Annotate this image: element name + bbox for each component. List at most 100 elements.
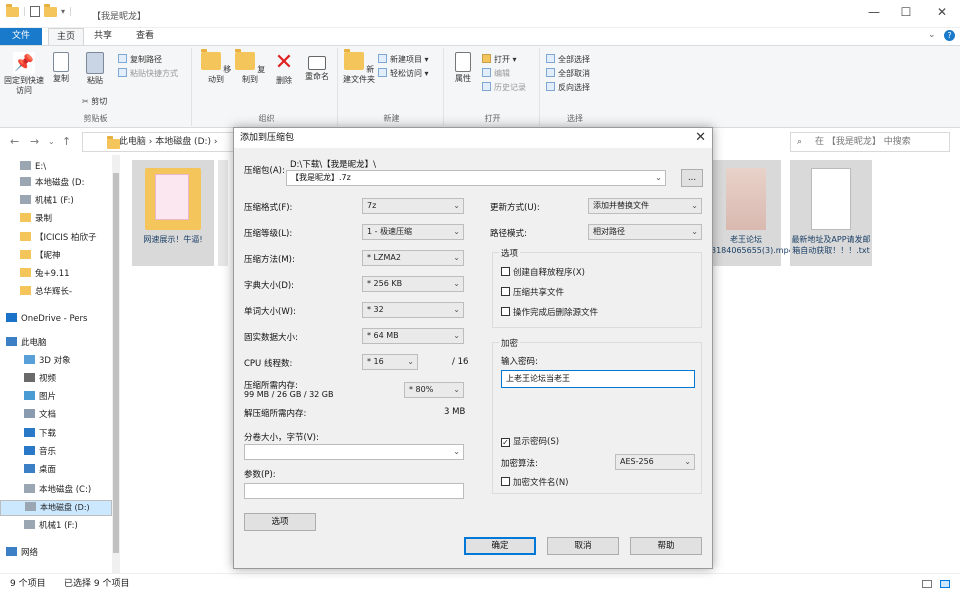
show-password-checkbox[interactable]: ✓ 显示密码(S) [501,437,559,448]
password-input[interactable]: 上老王论坛当老王 [501,370,695,388]
nav-item[interactable]: 本地磁盘 (D: [20,175,84,191]
nav-item[interactable]: 视频 [24,371,56,387]
copy-button[interactable]: 复制 [46,52,76,84]
nav-item[interactable]: 录制 [20,211,52,227]
nav-item[interactable]: 此电脑 [6,335,47,351]
nav-item[interactable]: 音乐 [24,444,56,460]
new-folder-button[interactable]: 新建文件夹 [342,49,376,85]
tab-file[interactable]: 文件 [0,28,42,45]
edit-button[interactable]: 编辑 [482,68,510,80]
options-button[interactable]: 选项 [244,513,316,531]
recent-chevron-icon[interactable]: ⌄ [48,137,55,146]
file-item[interactable]: 网速展示！牛逼! [132,160,214,266]
ribbon-expand-icon[interactable]: ⌄ [928,30,936,40]
word-select[interactable]: * 32 ⌄ [362,302,464,318]
details-view-icon[interactable] [922,580,932,588]
nav-item-label: 网络 [21,548,39,558]
dialog-close-icon[interactable]: ✕ [695,130,706,145]
ribbon: 📌 固定到快速访问 复制 粘贴 ✂ 剪切 复制路径 粘贴快捷方式 剪贴板 移动到… [0,45,960,128]
new-folder-icon[interactable] [44,3,58,17]
move-to-button[interactable]: 移动到 [200,49,232,85]
copy-to-button[interactable]: 复制到 [234,49,266,85]
nav-item[interactable]: 3D 对象 [24,353,71,369]
search-input[interactable]: ⌕ 在 【我是昵龙】 中搜索 [790,132,950,152]
split-combo[interactable]: ⌄ [244,444,464,460]
easy-access-button[interactable]: 轻松访问 ▾ [378,68,429,80]
desktop-icon [24,464,35,473]
nav-item[interactable]: 【ICICIS 柏欣子 [20,230,97,246]
delete-after-checkbox[interactable]: 操作完成后删除源文件 [501,307,598,319]
nav-item[interactable]: 图片 [24,389,56,405]
nav-item[interactable]: OneDrive - Pers [6,311,87,327]
properties-icon[interactable] [30,6,41,17]
nav-item[interactable]: E:\ [20,159,46,175]
select-none-button[interactable]: 全部取消 [546,68,590,80]
nav-item[interactable]: 文档 [24,407,56,423]
customize-chevron-icon[interactable]: ▾ [61,7,65,16]
open-button[interactable]: 打开 ▾ [482,54,517,66]
scrollbar-thumb[interactable] [113,173,119,553]
dict-select[interactable]: * 256 KB ⌄ [362,276,464,292]
nav-item-label: 3D 对象 [39,356,71,366]
delete-button[interactable]: ✕ 删除 [270,52,298,86]
shared-checkbox[interactable]: 压缩共享文件 [501,287,564,299]
new-item-button[interactable]: 新建项目 ▾ [378,54,429,66]
folder-icon[interactable] [6,3,19,17]
open-group-label: 打开 [484,114,501,123]
pin-button[interactable]: 📌 固定到快速访问 [4,52,44,96]
history-button[interactable]: 历史记录 [482,82,526,94]
browse-button[interactable]: ... [681,169,703,187]
nav-item[interactable]: 本地磁盘 (D:) [0,500,112,516]
select-all-button[interactable]: 全部选择 [546,54,590,66]
params-input[interactable] [244,483,464,499]
nav-item[interactable]: 总华辉长- [20,284,72,300]
nav-item[interactable]: 机械1 (F:) [24,518,78,534]
mem-select[interactable]: * 80% ⌄ [404,382,464,398]
enc-method-select[interactable]: AES-256 ⌄ [615,454,695,470]
invert-selection-button[interactable]: 反向选择 [546,82,590,94]
forward-arrow-icon[interactable]: → [30,135,39,148]
close-button[interactable]: ✕ [934,5,950,19]
mem-detail: 99 MB / 26 GB / 32 GB [244,390,334,399]
encrypt-names-checkbox[interactable]: 加密文件名(N) [501,477,569,489]
paste-button[interactable]: 粘贴 [80,52,110,86]
nav-item[interactable]: 【昵神 [20,248,61,264]
nav-item[interactable]: 机械1 (F:) [20,193,74,209]
level-select[interactable]: 1 - 极速压缩 ⌄ [362,224,464,240]
tab-view[interactable]: 查看 [128,28,162,45]
file-item-partial[interactable] [218,160,228,266]
file-item[interactable]: 老王论坛3184065655(3).mp4 [711,160,794,266]
format-select[interactable]: 7z ⌄ [362,198,464,214]
large-icons-view-icon[interactable] [940,580,950,588]
nav-item[interactable]: 本地磁盘 (C:) [24,482,91,498]
paste-shortcut-button[interactable]: 粘贴快捷方式 [118,68,178,80]
copy-path-button[interactable]: 复制路径 [118,54,162,66]
back-arrow-icon[interactable]: ← [10,135,19,148]
properties-button[interactable]: 属性 [448,52,478,84]
cut-button[interactable]: ✂ 剪切 [82,96,107,108]
help-icon[interactable]: ? [944,30,955,41]
nav-item[interactable]: 网络 [6,545,38,561]
archive-name-combo[interactable]: 【我是昵龙】.7z ⌄ [286,170,666,186]
path-mode-select[interactable]: 相对路径 ⌄ [588,224,702,240]
tab-share[interactable]: 共享 [86,28,120,45]
minimize-button[interactable]: — [866,5,882,19]
cpu-select[interactable]: * 16 ⌄ [362,354,418,370]
maximize-button[interactable]: ☐ [898,5,914,19]
nav-item[interactable]: 兔+9.11 [20,266,70,282]
help-button[interactable]: 帮助 [630,537,702,555]
breadcrumb[interactable]: 此电脑 › 本地磁盘 (D:) › [119,137,218,147]
file-item[interactable]: 最新地址及APP请发邮箱自动获取！！！.txt [790,160,872,266]
solid-select[interactable]: * 64 MB ⌄ [362,328,464,344]
nav-item[interactable]: 下载 [24,426,56,442]
rename-button[interactable]: 重命名 [300,52,334,82]
nav-item[interactable]: 桌面 [24,462,56,478]
up-arrow-icon[interactable]: ↑ [62,135,71,148]
method-select[interactable]: * LZMA2 ⌄ [362,250,464,266]
nav-scrollbar[interactable] [112,155,120,573]
tab-home[interactable]: 主页 [48,28,85,45]
cancel-button[interactable]: 取消 [547,537,619,555]
update-select[interactable]: 添加并替换文件 ⌄ [588,198,702,214]
sfx-checkbox[interactable]: 创建自释放程序(X) [501,267,585,279]
ok-button[interactable]: 确定 [464,537,536,555]
